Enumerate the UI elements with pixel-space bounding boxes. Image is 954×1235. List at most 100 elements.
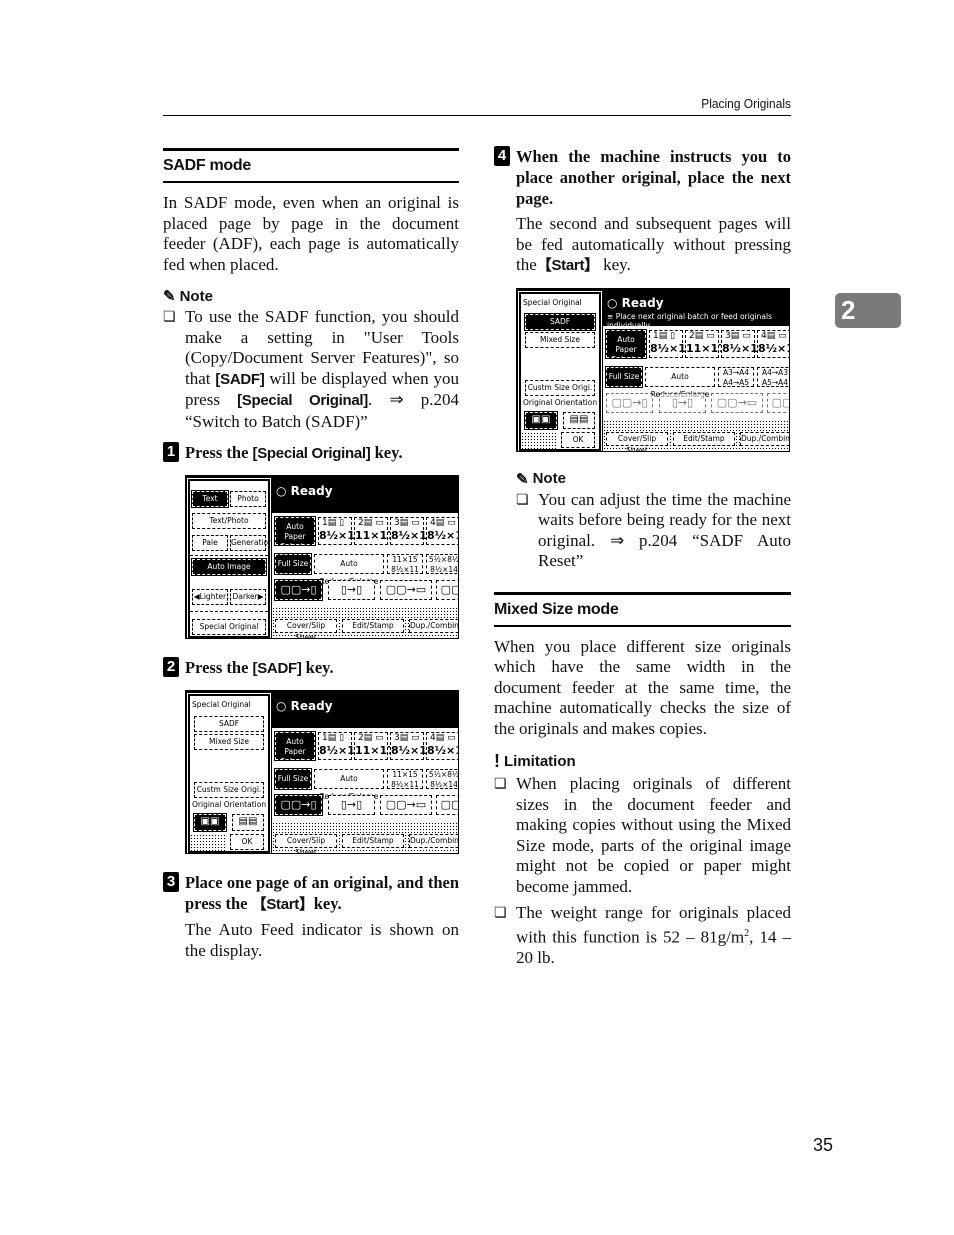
note-item: ❏ You can adjust the time the machine wa… <box>516 489 791 571</box>
tab-edit-stamp[interactable]: Edit/Stamp <box>342 834 404 848</box>
note-label: Note <box>179 287 213 305</box>
checkbox-bullet-icon: ❏ <box>516 492 529 508</box>
combine-button[interactable]: ▢▢→▭ <box>711 392 763 413</box>
status-bar: ○ Ready <box>272 479 458 513</box>
paper-tray-3[interactable]: 3▤ ▭ 8½×11 <box>390 517 435 545</box>
duplex-1-to-2-button[interactable]: ▢▢→▯ <box>274 579 323 601</box>
sadf-button[interactable]: SADF <box>194 716 264 732</box>
limitation-item: ❏ The weight range for originals placed … <box>494 903 792 967</box>
header-rule <box>163 115 791 116</box>
auto-image-density-button[interactable]: Auto Image Density <box>191 558 267 585</box>
duplex-2-to-2-button[interactable]: ▯→▯ <box>328 580 375 600</box>
tab-dup-combine[interactable]: Dup./Combine/S <box>409 619 458 633</box>
step-number: 2 <box>163 657 179 677</box>
paper-tray-4[interactable]: 4▤ ▭8½×14 <box>426 517 458 545</box>
feeder-icon: ≡ <box>607 311 614 321</box>
custom-size-original-button[interactable]: Custm Size Origi. <box>194 782 264 798</box>
tab-dup-combine[interactable]: Dup./Combine/S <box>740 431 789 446</box>
duplex-2-to-2-button[interactable]: ▯→▯ <box>328 795 375 815</box>
note-item: ❏ To use the SADF function, you should m… <box>163 307 460 431</box>
step-2: 2 Press the [SADF] key. <box>163 657 459 679</box>
ratio-button-1[interactable]: 11×15 8½×11 <box>387 769 423 789</box>
orientation-landscape-button[interactable]: ▤▤ <box>232 814 264 831</box>
duplex-1-to-2-button[interactable]: ▢▢→▯ <box>274 794 323 816</box>
tab-edit-stamp[interactable]: Edit/Stamp <box>342 619 404 633</box>
paper-tray-4[interactable]: 4▤ ▭8½×14 <box>426 732 458 760</box>
paper-tray-1[interactable]: 1▤ ▯ 8½×11 <box>649 329 694 358</box>
auto-paper-select-button[interactable]: Auto Paper Select▶ <box>605 328 647 364</box>
note-label: Note <box>532 470 566 487</box>
mixed-size-button[interactable]: Mixed Size <box>525 331 595 348</box>
auto-reduce-enlarge-button[interactable]: Auto Reduce/Enlarge <box>314 769 384 801</box>
image-quality-panel: Text Photo Text/Photo Pale Generation Au… <box>187 478 273 638</box>
combine-button[interactable]: ▢▢→▭ <box>380 795 432 815</box>
ratio-button-2[interactable]: 5½×8½ 8½×14 <box>426 769 458 789</box>
paper-tray-1[interactable]: 1▤ ▯ 8½×11 <box>318 517 363 545</box>
status-bar: ○ Ready ≡ Place next original batch or f… <box>603 291 789 330</box>
paper-tray-2[interactable]: 2▤ ▭ 11×17 <box>354 732 395 760</box>
step-1: 1 Press the [Special Original] key. <box>163 442 459 464</box>
status-bar: ○ Ready <box>272 694 458 728</box>
screen-sadf: Special Original SADF Mixed Size Custm S… <box>185 690 459 854</box>
lighter-button[interactable]: ◀Lighter <box>192 589 228 605</box>
darker-button[interactable]: Darker▶ <box>230 589 266 605</box>
duplex-2-to-2-button[interactable]: ▯→▯ <box>659 392 706 413</box>
photo-button[interactable]: Photo <box>230 491 266 507</box>
step-4: 4 When the machine instructs you to plac… <box>494 146 791 209</box>
special-original-button[interactable]: Special Original <box>192 619 266 635</box>
orientation-portrait-button[interactable]: ▣▣ <box>193 813 227 832</box>
ratio-button-1[interactable]: A3→A4 A4→A5 <box>718 366 754 387</box>
ratio-button-2[interactable]: A4→A3 A5→A4 <box>757 366 789 387</box>
auto-paper-select-button[interactable]: Auto Paper Select▶ <box>274 516 316 551</box>
auto-reduce-enlarge-button[interactable]: Auto Reduce/Enlarge <box>314 554 384 586</box>
tab-dup-combine[interactable]: Dup./Combine/S <box>409 834 458 848</box>
pale-button[interactable]: Pale <box>192 535 228 551</box>
paper-tray-2[interactable]: 2▤ ▭ 11×17 <box>685 329 726 358</box>
auto-reduce-enlarge-button[interactable]: Auto Reduce/Enlarge <box>645 366 715 399</box>
paper-tray-4[interactable]: 4▤ ▭8½×14 <box>757 329 789 358</box>
status-text: Ready <box>290 699 333 713</box>
step-number: 1 <box>163 442 179 462</box>
sadf-intro: In SADF mode, even when an original is p… <box>163 193 459 274</box>
generation-button[interactable]: Generation <box>230 535 273 551</box>
paper-tray-3[interactable]: 3▤ ▭ 8½×11 <box>390 732 435 760</box>
duplex-more-button[interactable]: ▢▢ <box>436 795 458 815</box>
combine-button[interactable]: ▢▢→▭ <box>380 580 432 600</box>
paper-tray-2[interactable]: 2▤ ▭ 11×17 <box>354 517 395 545</box>
duplex-more-button[interactable]: ▢▢ <box>767 392 789 413</box>
text-photo-button[interactable]: Text/Photo <box>192 513 266 529</box>
special-original-panel: Special Original SADF Mixed Size Custm S… <box>518 290 602 451</box>
ratio-button-2[interactable]: 5½×8½ 8½×14 <box>426 554 458 574</box>
orientation-landscape-button[interactable]: ▤▤ <box>563 411 595 429</box>
full-size-button[interactable]: Full Size <box>605 365 643 388</box>
tab-cover-slip-sheet[interactable]: Cover/Slip Sheet <box>606 431 668 451</box>
orientation-portrait-button[interactable]: ▣▣ <box>524 410 558 430</box>
note-heading: ✎ Note <box>494 470 791 488</box>
full-size-button[interactable]: Full Size <box>274 768 312 790</box>
full-size-button[interactable]: Full Size <box>274 553 312 575</box>
ratio-button-1[interactable]: 11×15 8½×11 <box>387 554 423 574</box>
checkbox-bullet-icon: ❏ <box>494 777 507 792</box>
duplex-1-to-2-button[interactable]: ▢▢→▯ <box>606 392 653 413</box>
paper-tray-3[interactable]: 3▤ ▭ 8½×11 <box>721 329 766 358</box>
tab-cover-slip-sheet[interactable]: Cover/Slip Sheet <box>275 834 337 853</box>
right-column: 4 When the machine instructs you to plac… <box>494 146 791 968</box>
paper-tray-1[interactable]: 1▤ ▯ 8½×11 <box>318 732 363 760</box>
mixed-size-button[interactable]: Mixed Size <box>194 734 264 750</box>
pencil-icon: ✎ <box>516 470 529 488</box>
original-orientation-label: Original Orientation <box>192 800 267 809</box>
tab-edit-stamp[interactable]: Edit/Stamp <box>673 431 735 446</box>
sadf-button-selected[interactable]: SADF <box>524 312 596 331</box>
limitation-item: ❏ When placing originals of different si… <box>494 774 791 896</box>
limitation-label: Limitation <box>504 753 576 770</box>
custom-size-original-button[interactable]: Custm Size Origi. <box>525 379 595 396</box>
duplex-more-button[interactable]: ▢▢ <box>436 580 458 600</box>
ok-button[interactable]: OK <box>561 431 595 448</box>
key-sadf: [SADF] <box>215 370 265 388</box>
key-special-original: [Special Original] <box>237 392 368 409</box>
auto-paper-select-button[interactable]: Auto Paper Select▶ <box>274 731 316 766</box>
status-text: Ready <box>290 484 333 498</box>
ok-button[interactable]: OK <box>230 834 264 850</box>
text-button[interactable]: Text <box>191 490 229 508</box>
tab-cover-slip-sheet[interactable]: Cover/Slip Sheet <box>275 619 337 638</box>
